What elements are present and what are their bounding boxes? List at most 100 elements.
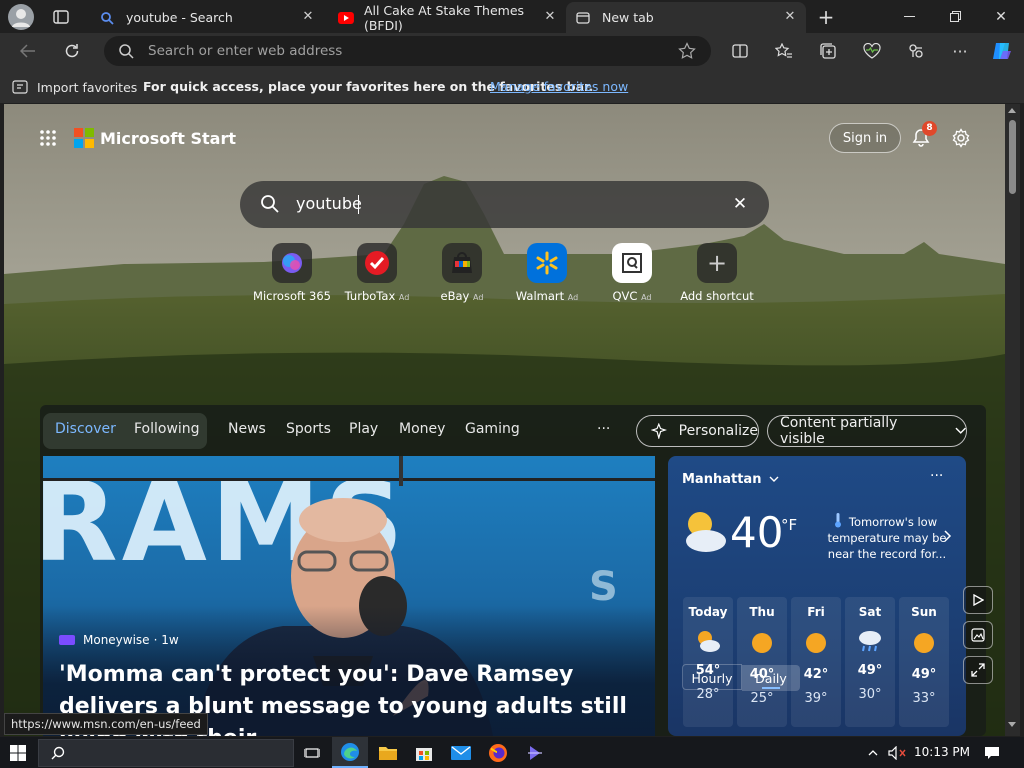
background-image-button[interactable]	[963, 621, 993, 649]
restore-button[interactable]	[932, 0, 978, 33]
tab-sports[interactable]: Sports	[286, 421, 331, 437]
ad-label: Ad	[473, 293, 484, 302]
tab-play[interactable]: Play	[349, 421, 378, 437]
start-button[interactable]	[0, 737, 36, 768]
address-bar[interactable]: Search or enter web address	[104, 36, 711, 66]
favorites-bar: Import favorites For quick access, place…	[0, 71, 1024, 103]
shortcut-ebay[interactable]: eBay Ad	[417, 243, 507, 303]
forecast-day[interactable]: Fri 42° 39°	[791, 597, 841, 727]
copilot-button[interactable]	[986, 36, 1018, 66]
shortcut-walmart[interactable]: Walmart Ad	[502, 243, 592, 303]
weather-card[interactable]: Manhattan ··· 40 °F Tomorrow's low tempe…	[668, 456, 966, 736]
add-shortcut-button[interactable]: + Add shortcut	[672, 243, 762, 303]
tab-youtube-search[interactable]: youtube - Search ✕	[88, 2, 324, 33]
tab-cake-at-stake[interactable]: All Cake At Stake Themes (BFDI) ✕	[330, 2, 566, 33]
day-low: 28°	[696, 687, 720, 702]
new-tab-button[interactable]: +	[812, 4, 840, 30]
content-visibility-dropdown[interactable]: Content partially visible	[767, 415, 967, 447]
collections-button[interactable]	[812, 36, 844, 66]
microsoft-start-logo[interactable]: Microsoft Start	[74, 126, 236, 150]
taskbar-mail[interactable]	[443, 737, 479, 768]
weather-alert[interactable]: Tomorrow's low temperature may be near t…	[823, 514, 951, 562]
scrollbar-thumb[interactable]	[1009, 120, 1016, 194]
more-tabs-button[interactable]: ···	[597, 421, 610, 437]
back-button[interactable]	[12, 36, 44, 66]
sign-in-button[interactable]: Sign in	[829, 123, 901, 153]
scroll-up-arrow[interactable]	[1008, 108, 1016, 113]
expand-button[interactable]	[963, 656, 993, 684]
tab-actions-button[interactable]	[50, 6, 72, 28]
notifications-icon	[985, 747, 999, 759]
tab-title: New tab	[602, 10, 654, 25]
volume-button[interactable]	[884, 739, 910, 767]
web-search-box[interactable]: youtube ✕	[240, 181, 769, 228]
current-temperature: 40	[730, 508, 784, 557]
minimize-button[interactable]	[886, 0, 932, 33]
forecast-day[interactable]: Thu 40° 25°	[737, 597, 787, 727]
restore-icon	[949, 11, 961, 22]
shortcut-turbotax[interactable]: TurboTax Ad	[332, 243, 422, 303]
settings-more-button[interactable]: ···	[944, 36, 976, 66]
forecast-day[interactable]: Sun 49° 33°	[899, 597, 949, 727]
day-high: 49°	[911, 667, 937, 682]
text-cursor	[358, 195, 359, 214]
show-hidden-icons-button[interactable]	[862, 739, 884, 767]
page-scrollbar[interactable]	[1005, 104, 1020, 736]
favorites-button[interactable]	[768, 36, 800, 66]
system-clock[interactable]: 10:13 PM	[914, 745, 970, 759]
tab-discover[interactable]: Discover	[55, 421, 116, 437]
taskbar-store[interactable]	[406, 737, 442, 768]
close-tab-button[interactable]: ✕	[300, 9, 316, 25]
clear-search-button[interactable]: ✕	[728, 192, 752, 216]
action-center-button[interactable]	[978, 739, 1006, 767]
partly-cloudy-icon	[698, 631, 720, 652]
app-launcher-button[interactable]	[36, 126, 60, 150]
sunny-icon	[752, 633, 772, 653]
microsoft-365-icon	[272, 243, 312, 283]
page-settings-button[interactable]	[948, 125, 974, 151]
shortcut-label: TurboTax	[344, 289, 396, 303]
browser-essentials-button[interactable]	[856, 36, 888, 66]
forecast-day[interactable]: Today 54° 28°	[683, 597, 733, 727]
scroll-down-arrow[interactable]	[1008, 722, 1016, 727]
tab-news[interactable]: News	[228, 421, 266, 437]
shortcut-label: Walmart	[515, 289, 565, 303]
close-tab-button[interactable]: ✕	[542, 9, 558, 25]
task-view-icon	[304, 747, 320, 758]
extensions-button[interactable]	[900, 36, 932, 66]
taskbar-file-explorer[interactable]	[370, 737, 406, 768]
manage-favorites-link[interactable]: Manage favorites now	[490, 79, 628, 94]
microsoft-logo-icon	[74, 128, 94, 148]
close-window-button[interactable]: ✕	[978, 0, 1024, 33]
refresh-button[interactable]	[56, 36, 88, 66]
notifications-button[interactable]: 8	[908, 121, 937, 152]
personalize-label: Personalize	[678, 423, 758, 439]
play-video-button[interactable]	[963, 586, 993, 614]
import-favorites-button[interactable]: Import favorites	[12, 76, 137, 98]
weather-more-button[interactable]: ···	[930, 468, 943, 484]
shortcut-microsoft-365[interactable]: Microsoft 365	[247, 243, 337, 303]
task-view-button[interactable]	[294, 737, 330, 768]
split-screen-button[interactable]	[724, 36, 756, 66]
tab-new-tab[interactable]: New tab ✕	[566, 2, 806, 33]
youtube-icon	[338, 11, 354, 24]
close-tab-button[interactable]: ✕	[782, 9, 798, 25]
tab-gaming[interactable]: Gaming	[465, 421, 520, 437]
split-screen-icon	[732, 44, 748, 58]
tab-following[interactable]: Following	[134, 421, 200, 437]
profile-avatar[interactable]	[8, 4, 34, 30]
location-selector[interactable]: Manhattan	[682, 472, 779, 487]
tab-title: youtube - Search	[126, 10, 233, 25]
taskbar-firefox[interactable]	[480, 737, 516, 768]
person-icon	[12, 9, 30, 27]
taskbar-edge[interactable]	[332, 737, 368, 768]
shortcut-qvc[interactable]: QVC Ad	[587, 243, 677, 303]
hero-news-card[interactable]: RAMS S Moneywise · 1w 'Momma can't prote…	[43, 456, 655, 736]
taskbar-app[interactable]	[517, 737, 553, 768]
taskbar-search-box[interactable]	[38, 739, 294, 767]
add-favorite-star-icon[interactable]	[678, 42, 696, 60]
forecast-day[interactable]: Sat 49° 30°	[845, 597, 895, 727]
app-icon	[528, 745, 542, 760]
personalize-button[interactable]: Personalize	[636, 415, 759, 447]
tab-money[interactable]: Money	[399, 421, 445, 437]
